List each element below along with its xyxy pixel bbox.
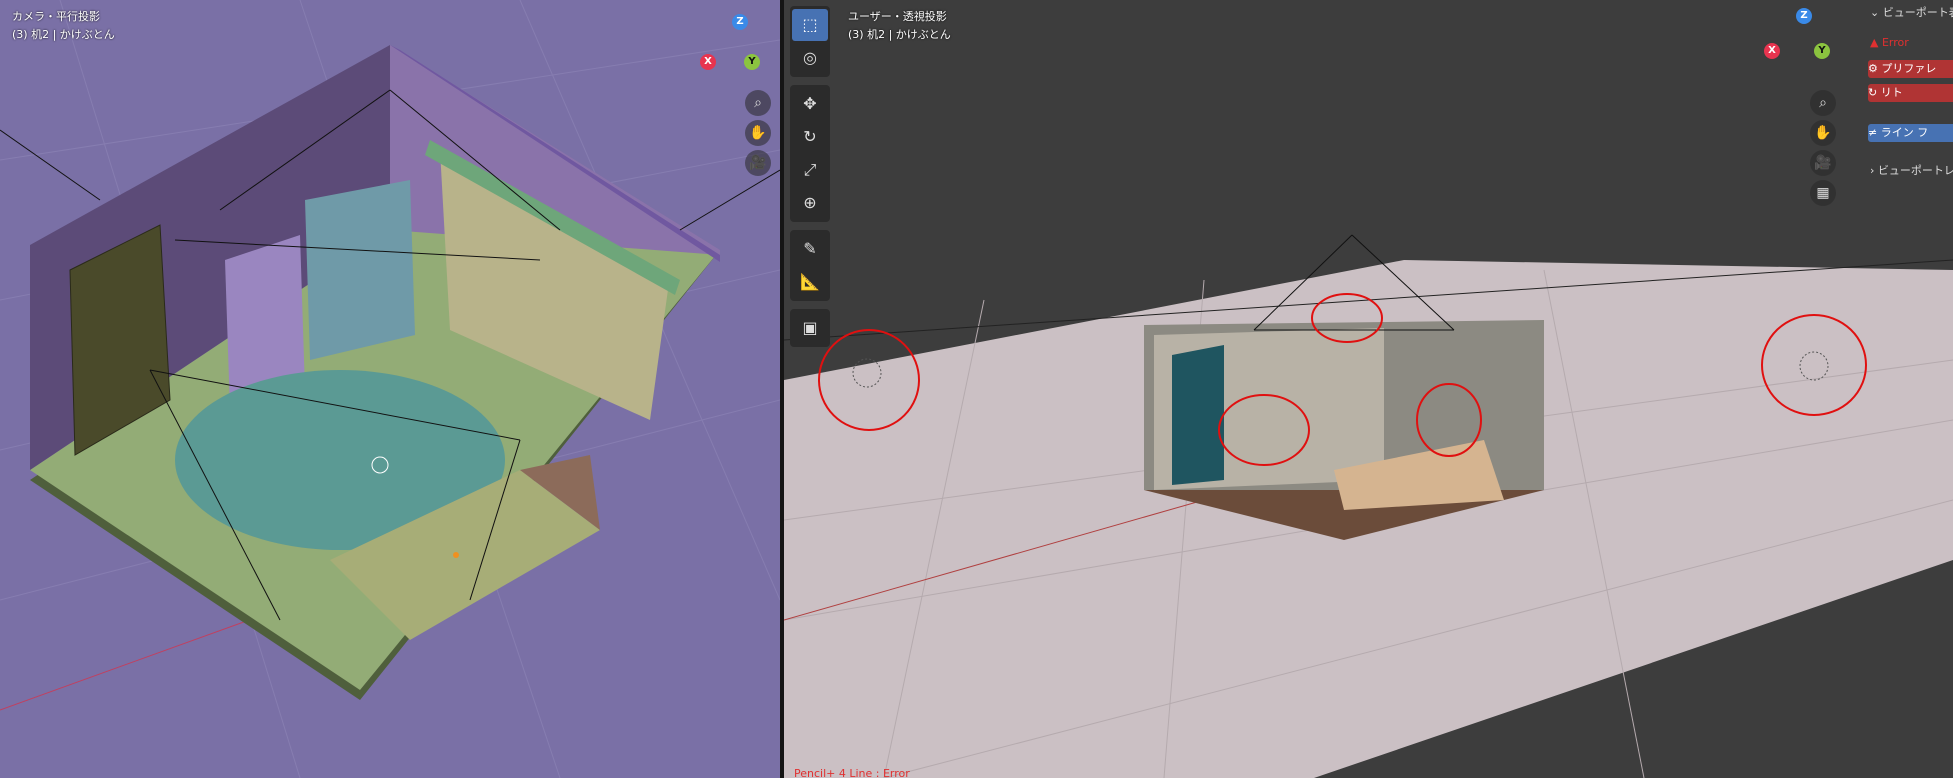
camera-scene [0, 0, 780, 778]
tool-shelf: ⬚ ◎ ✥ ↻ ⤢ ⊕ ✎ 📐 ▣ [790, 6, 830, 355]
perspective-scene [784, 234, 1953, 778]
status-error: Pencil+ 4 Line : Error [794, 767, 910, 778]
select-box-icon[interactable]: ⬚ [792, 9, 828, 41]
chevron-right-icon: › [1870, 164, 1875, 177]
camera-viewport[interactable]: カメラ・平行投影 (3) 机2 | かけぶとん Z X Y ⌕ ✋ 🎥 [0, 0, 780, 778]
cursor-icon[interactable]: ◎ [792, 42, 828, 74]
user-perspective-viewport[interactable]: ユーザー・透視投影 (3) 机2 | かけぶとん ⬚ ◎ ✥ ↻ ⤢ ⊕ ✎ 📐… [784, 0, 1953, 778]
x-axis-icon[interactable]: X [1764, 43, 1780, 59]
line-button[interactable]: ≠ ライン フ [1868, 124, 1953, 142]
refresh-button[interactable]: ↻ リト [1868, 84, 1953, 102]
camera-icon[interactable]: 🎥 [745, 150, 771, 176]
zoom-icon[interactable]: ⌕ [745, 90, 771, 116]
z-axis-icon[interactable]: Z [732, 14, 748, 30]
view-name: カメラ・平行投影 [12, 10, 100, 23]
gear-icon: ⚙ [1868, 62, 1878, 75]
sidebar-panel: ⌄ ビューポート表 ▲ Error ⚙ プリファレ ↻ リト ≠ ライン フ ›… [1862, 0, 1953, 200]
annotate-icon[interactable]: ✎ [792, 233, 828, 265]
preferences-button[interactable]: ⚙ プリファレ [1868, 60, 1953, 78]
axis-gizmo[interactable]: Z X Y [1764, 8, 1844, 88]
transform-icon[interactable]: ⊕ [792, 187, 828, 219]
hand-pan-icon[interactable]: ✋ [745, 120, 771, 146]
collection-label: (3) 机2 | かけぶとん [12, 28, 115, 41]
measure-icon[interactable]: 📐 [792, 266, 828, 298]
viewport-render-header[interactable]: › ビューポートレ [1870, 162, 1953, 180]
x-axis-icon[interactable]: X [700, 54, 716, 70]
z-axis-icon[interactable]: Z [1796, 8, 1812, 24]
viewport-header: カメラ・平行投影 (3) 机2 | かけぶとん [12, 8, 115, 44]
warning-icon: ▲ [1870, 36, 1879, 49]
view-name: ユーザー・透視投影 [848, 10, 947, 23]
viewport-header: ユーザー・透視投影 (3) 机2 | かけぶとん [848, 8, 951, 44]
rotate-icon[interactable]: ↻ [792, 121, 828, 153]
hand-pan-icon[interactable]: ✋ [1810, 120, 1836, 146]
camera-icon[interactable]: 🎥 [1810, 150, 1836, 176]
scale-icon[interactable]: ⤢ [792, 154, 828, 186]
move-icon[interactable]: ✥ [792, 88, 828, 120]
chevron-down-icon: ⌄ [1870, 6, 1880, 19]
grid-icon[interactable]: ▦ [1810, 180, 1836, 206]
zoom-icon[interactable]: ⌕ [1810, 90, 1836, 116]
refresh-icon: ↻ [1868, 86, 1878, 99]
line-icon: ≠ [1868, 126, 1878, 139]
y-axis-icon[interactable]: Y [744, 54, 760, 70]
y-axis-icon[interactable]: Y [1814, 43, 1830, 59]
axis-gizmo[interactable]: Z X Y [700, 14, 780, 94]
viewport-display-header[interactable]: ⌄ ビューポート表 [1870, 4, 1953, 22]
add-cube-icon[interactable]: ▣ [792, 312, 828, 344]
collection-label: (3) 机2 | かけぶとん [848, 28, 951, 41]
error-row: ▲ Error [1870, 36, 1909, 49]
